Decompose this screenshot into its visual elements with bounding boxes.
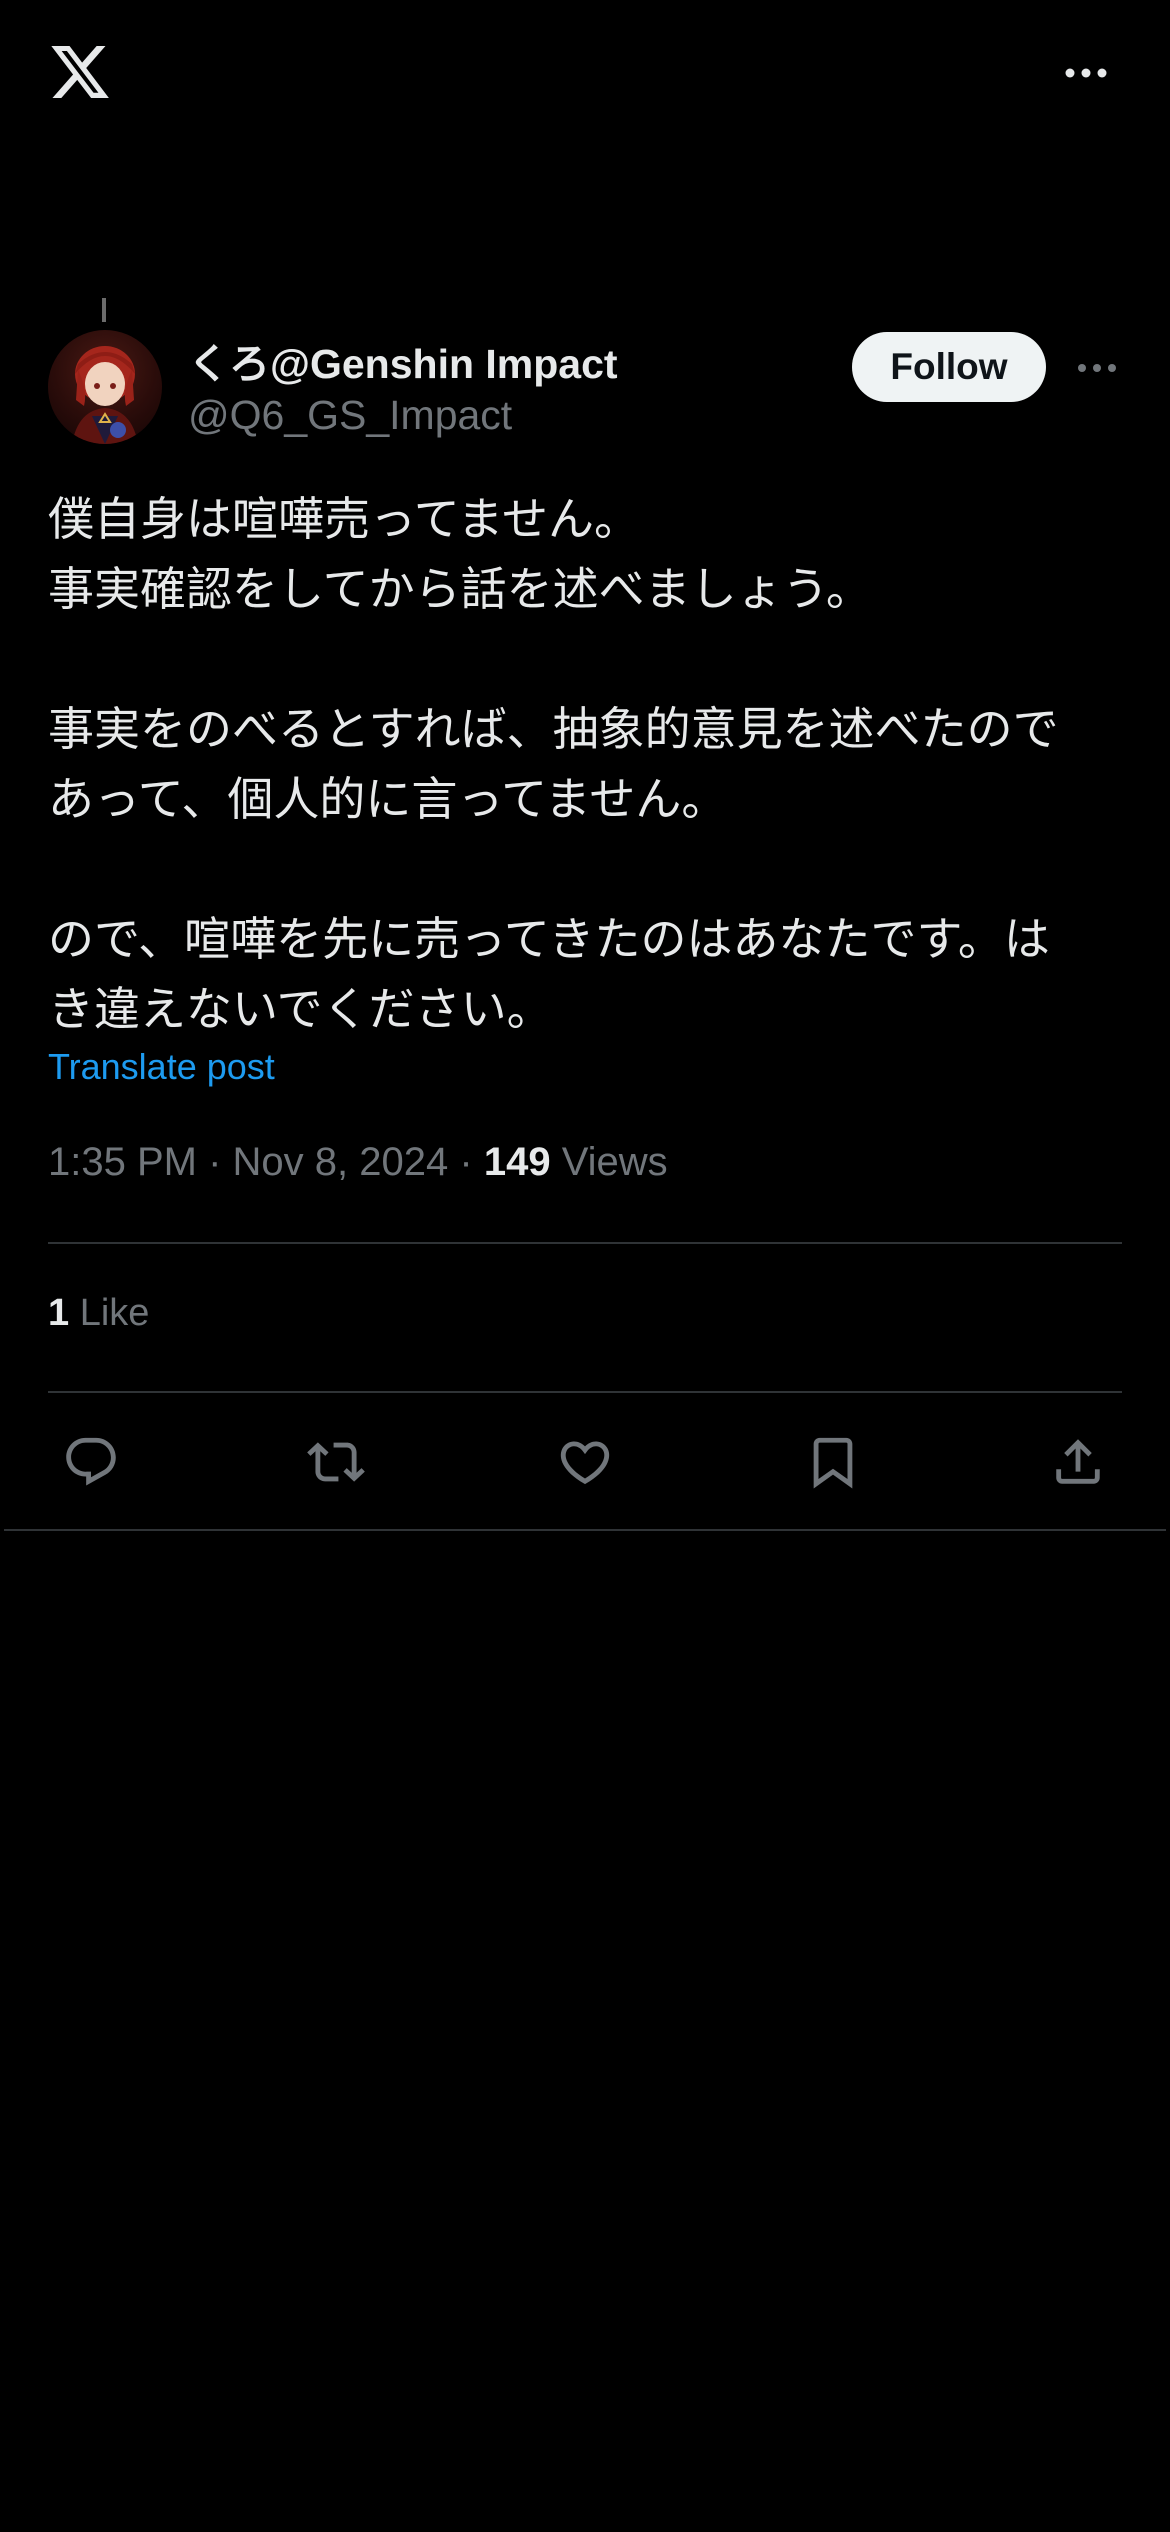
post-metadata: 1:35 PM · Nov 8, 2024 · 149 Views	[48, 1140, 668, 1185]
divider	[4, 1529, 1166, 1531]
heart-icon	[560, 1441, 610, 1485]
avatar[interactable]	[48, 330, 162, 444]
divider	[48, 1242, 1122, 1244]
more-horizontal-icon[interactable]	[1062, 58, 1110, 88]
post-more-icon[interactable]	[1076, 358, 1118, 378]
display-name[interactable]: くろ@Genshin Impact	[188, 330, 618, 390]
post-line: ので、喧嘩を先に売ってきたのはあなたです。は	[48, 912, 1050, 966]
like-button[interactable]	[555, 1432, 615, 1492]
meta-separator: ·	[208, 1140, 222, 1184]
post-line: 僕自身は喧嘩売ってません。	[48, 492, 641, 546]
follow-button[interactable]: Follow	[852, 332, 1046, 402]
meta-separator: ·	[459, 1140, 473, 1184]
thread-connector-line	[102, 298, 106, 322]
post-date[interactable]: Nov 8, 2024	[233, 1140, 449, 1184]
avatar-container	[48, 298, 162, 448]
likes-summary[interactable]: 1 Like	[48, 1292, 149, 1335]
post-text: 僕自身は喧嘩売ってません。 事実確認をしてから話を述べましょう。 事実をのべると…	[48, 484, 1138, 1044]
translate-post-link[interactable]: Translate post	[48, 1046, 275, 1088]
user-handle[interactable]: @Q6_GS_Impact	[188, 392, 512, 439]
post-line-blank	[48, 624, 1138, 694]
post-line-blank	[48, 834, 1138, 904]
post-detail-page: くろ@Genshin Impact @Q6_GS_Impact Follow 僕…	[0, 0, 1170, 2532]
reply-icon	[66, 1437, 116, 1486]
likes-count: 1	[48, 1292, 70, 1334]
likes-label: Like	[79, 1292, 150, 1334]
share-button[interactable]	[1048, 1432, 1108, 1492]
divider	[48, 1391, 1122, 1393]
views-count: 149	[483, 1140, 551, 1184]
post-line: 事実をのべるとすれば、抽象的意見を述べたので	[48, 702, 1059, 756]
bookmark-icon	[813, 1437, 853, 1489]
post-time[interactable]: 1:35 PM	[48, 1140, 197, 1184]
post-line: 事実確認をしてから話を述べましょう。	[48, 562, 872, 616]
bookmark-button[interactable]	[803, 1432, 863, 1492]
views-label: Views	[561, 1140, 668, 1184]
repost-icon	[307, 1442, 365, 1482]
x-logo-icon[interactable]	[46, 40, 114, 104]
post-line: あって、個人的に言ってません。	[48, 772, 728, 826]
share-icon	[1056, 1439, 1100, 1484]
reply-button[interactable]	[61, 1432, 121, 1492]
repost-button[interactable]	[306, 1432, 366, 1492]
post-line: き違えないでください。	[48, 982, 553, 1036]
